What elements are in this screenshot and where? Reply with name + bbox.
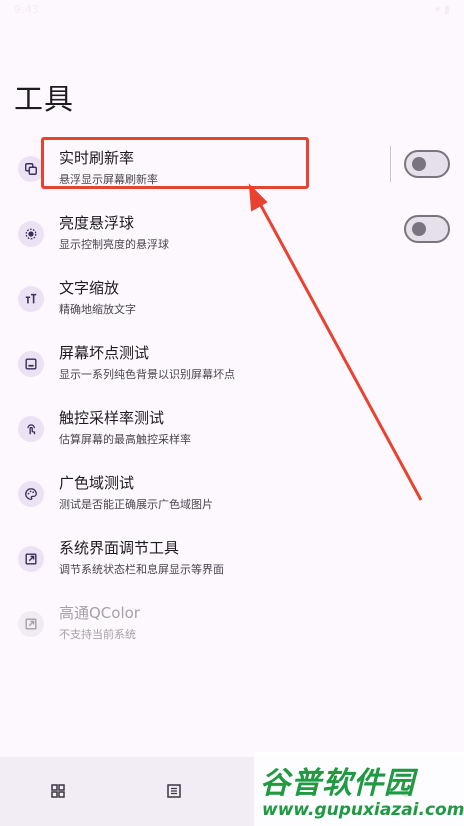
item-title: 高通QColor [59,604,140,622]
refresh-rate-switch[interactable] [404,150,450,178]
annotation-highlight-box [41,137,309,189]
dashboard-icon[interactable] [48,781,68,801]
screen-test-icon [18,351,44,377]
text-size-icon [18,286,44,312]
palette-icon [18,481,44,507]
item-title: 广色域测试 [59,474,135,492]
item-subtitle: 调节系统状态栏和息屏显示等界面 [59,563,224,576]
item-subtitle: 精确地缩放文字 [59,303,136,316]
watermark-url: www.gupuxiazai.com [262,800,464,820]
tool-item-text-scale[interactable]: 文字缩放 精确地缩放文字 [0,273,464,329]
item-subtitle: 估算屏幕的最高触控采样率 [59,433,191,446]
brightness-ball-switch[interactable] [404,215,450,243]
status-system-icons: ▾ ▮ [434,3,450,16]
touch-icon [18,416,44,442]
list-icon[interactable] [164,781,184,801]
status-time: 9:43 [14,3,39,16]
item-title: 触控采样率测试 [59,409,165,427]
divider [390,146,391,182]
item-subtitle: 显示控制亮度的悬浮球 [59,238,169,251]
open-external-icon [18,546,44,572]
watermark: 谷普软件园 www.gupuxiazai.com [254,752,464,826]
item-subtitle: 测试是否能正确展示广色域图片 [59,498,213,511]
item-title: 亮度悬浮球 [59,214,135,232]
tool-item-dead-pixel-test[interactable]: 屏幕坏点测试 显示一系列纯色背景以识别屏幕坏点 [0,338,464,394]
item-title: 屏幕坏点测试 [59,344,150,362]
watermark-logo: 谷普软件园 [260,766,415,801]
item-subtitle: 不支持当前系统 [59,628,136,641]
item-title: 文字缩放 [59,279,120,297]
open-external-icon [18,611,44,637]
tool-item-system-ui-tuner[interactable]: 系统界面调节工具 调节系统状态栏和息屏显示等界面 [0,533,464,589]
status-bar: 9:43 ▾ ▮ [0,0,464,22]
switch-thumb [412,157,426,171]
item-title: 系统界面调节工具 [59,539,180,557]
tool-item-wide-gamut-test[interactable]: 广色域测试 测试是否能正确展示广色域图片 [0,468,464,524]
brightness-icon [18,221,44,247]
item-subtitle: 显示一系列纯色背景以识别屏幕坏点 [59,368,235,381]
page-title: 工具 [14,82,75,116]
switch-thumb [412,222,426,236]
tool-item-touch-sampling-test[interactable]: 触控采样率测试 估算屏幕的最高触控采样率 [0,403,464,459]
tool-item-brightness-ball[interactable]: 亮度悬浮球 显示控制亮度的悬浮球 [0,208,464,264]
tool-item-qualcomm-qcolor: 高通QColor 不支持当前系统 [0,598,464,654]
